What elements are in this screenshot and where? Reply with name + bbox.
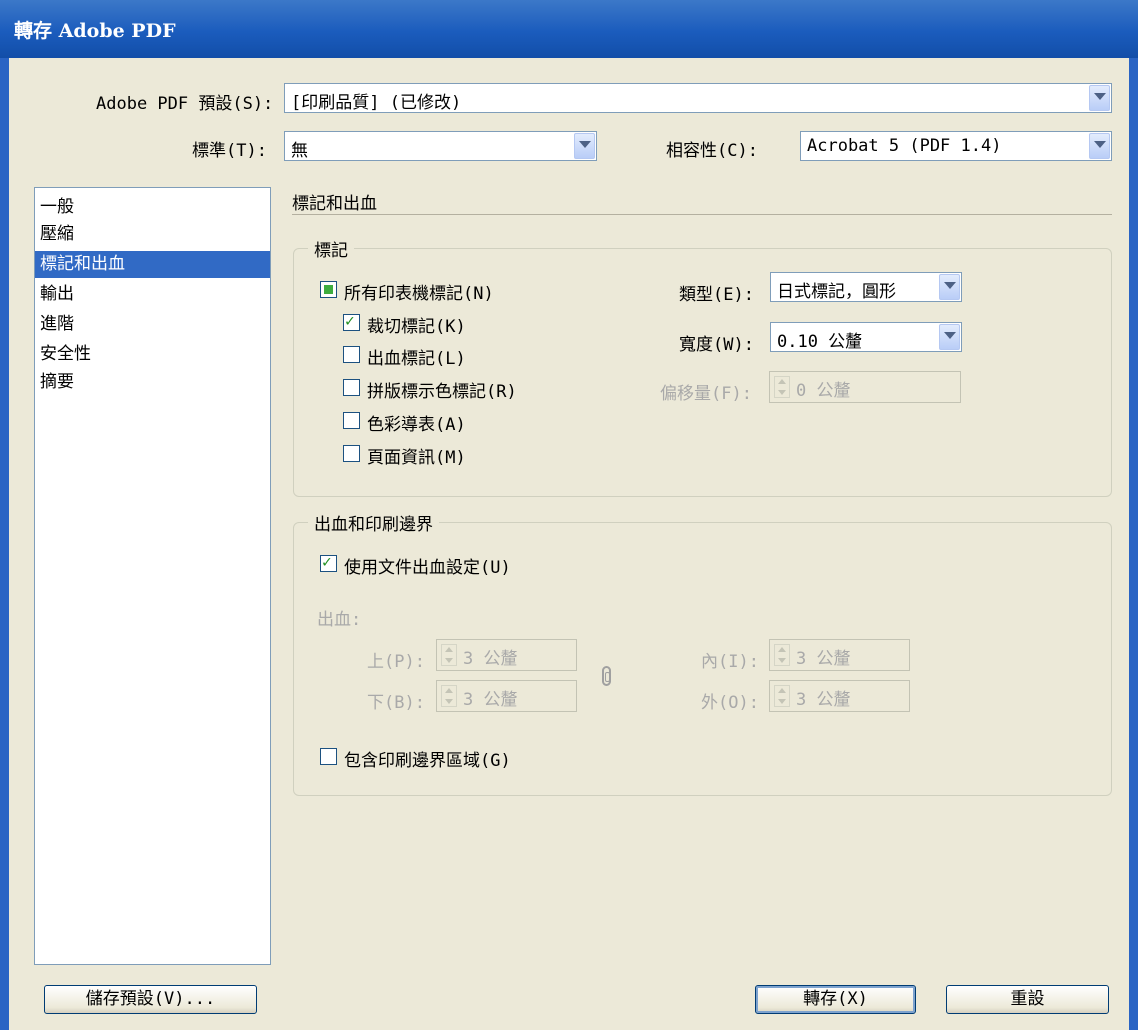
section-title: 標記和出血 bbox=[292, 194, 377, 214]
compatibility-value: Acrobat 5 (PDF 1.4) bbox=[807, 136, 1002, 156]
bleed-inside-value: 3 公釐 bbox=[796, 649, 851, 669]
bleed-bottom-value: 3 公釐 bbox=[463, 690, 518, 710]
preset-dropdown[interactable]: [印刷品質] (已修改) bbox=[284, 83, 1112, 113]
bleed-top-value: 3 公釐 bbox=[463, 649, 518, 669]
bleed-bottom-label: 下(B): bbox=[367, 693, 425, 713]
preset-value: [印刷品質] (已修改) bbox=[291, 93, 462, 113]
stepper-arrows-icon[interactable] bbox=[774, 685, 790, 707]
sidebar-item-advanced[interactable]: 進階 bbox=[35, 311, 270, 338]
registration-marks-checkbox[interactable] bbox=[343, 379, 360, 396]
mark-type-value: 日式標記，圓形 bbox=[777, 282, 896, 302]
window-title: 轉存 Adobe PDF bbox=[14, 20, 176, 42]
include-slug-label[interactable]: 包含印刷邊界區域(G) bbox=[344, 746, 511, 771]
chain-link-icon[interactable] bbox=[602, 666, 611, 686]
export-pdf-dialog: 轉存 Adobe PDF Adobe PDF 預設(S): [印刷品質] (已修… bbox=[0, 0, 1138, 1030]
window-frame-left bbox=[0, 58, 9, 1030]
save-preset-button[interactable]: 儲存預設(V)... bbox=[44, 985, 257, 1014]
bleed-marks-checkbox[interactable] bbox=[343, 346, 360, 363]
preset-label: Adobe PDF 預設(S): bbox=[96, 94, 274, 114]
bleed-outside-label: 外(O): bbox=[701, 693, 759, 713]
chevron-down-icon[interactable] bbox=[939, 324, 960, 350]
sidebar-item-security[interactable]: 安全性 bbox=[35, 341, 270, 368]
bleed-top-label: 上(P): bbox=[367, 652, 425, 672]
standard-dropdown[interactable]: 無 bbox=[284, 131, 597, 161]
use-document-bleed-checkbox[interactable]: ✓ bbox=[320, 552, 337, 572]
sidebar-item-output[interactable]: 輸出 bbox=[35, 281, 270, 308]
stepper-arrows-icon[interactable] bbox=[441, 644, 457, 666]
export-button[interactable]: 轉存(X) bbox=[755, 985, 916, 1014]
all-printer-marks-label[interactable]: 所有印表機標記(N) bbox=[344, 279, 494, 304]
mark-type-label: 類型(E): bbox=[679, 285, 754, 305]
offset-label: 偏移量(F): bbox=[660, 384, 752, 404]
standard-label: 標準(T): bbox=[192, 141, 267, 161]
bleed-marks-label[interactable]: 出血標記(L) bbox=[367, 344, 466, 369]
page-info-label[interactable]: 頁面資訊(M) bbox=[367, 443, 466, 468]
window-frame-right bbox=[1129, 58, 1138, 1030]
bleed-label: 出血: bbox=[317, 610, 362, 630]
include-slug-checkbox[interactable] bbox=[320, 748, 337, 765]
color-bars-label[interactable]: 色彩導表(A) bbox=[367, 410, 466, 435]
sidebar-item-general[interactable]: 一般 bbox=[35, 194, 270, 221]
standard-value: 無 bbox=[291, 141, 308, 161]
bleed-bottom-stepper[interactable]: 3 公釐 bbox=[436, 680, 577, 712]
chevron-down-icon[interactable] bbox=[1089, 85, 1110, 111]
stepper-arrows-icon[interactable] bbox=[441, 685, 457, 707]
chevron-down-icon[interactable] bbox=[1089, 133, 1110, 159]
crop-marks-label[interactable]: 裁切標記(K) bbox=[367, 312, 466, 337]
page-info-checkbox[interactable] bbox=[343, 445, 360, 462]
chevron-down-icon[interactable] bbox=[939, 274, 960, 300]
compatibility-label: 相容性(C): bbox=[666, 141, 758, 161]
sidebar-item-marks-and-bleeds[interactable]: 標記和出血 bbox=[35, 251, 270, 278]
bleed-inside-stepper[interactable]: 3 公釐 bbox=[769, 639, 910, 671]
sidebar-item-compression[interactable]: 壓縮 bbox=[35, 221, 270, 248]
mark-weight-dropdown[interactable]: 0.10 公釐 bbox=[770, 322, 962, 352]
color-bars-checkbox[interactable] bbox=[343, 412, 360, 429]
bleed-top-stepper[interactable]: 3 公釐 bbox=[436, 639, 577, 671]
all-printer-marks-checkbox[interactable] bbox=[320, 281, 337, 298]
marks-legend: 標記 bbox=[308, 236, 354, 261]
compatibility-dropdown[interactable]: Acrobat 5 (PDF 1.4) bbox=[800, 131, 1112, 161]
offset-stepper[interactable]: 0 公釐 bbox=[769, 371, 961, 403]
offset-value: 0 公釐 bbox=[796, 381, 851, 401]
bleed-outside-value: 3 公釐 bbox=[796, 690, 851, 710]
registration-marks-label[interactable]: 拼版標示色標記(R) bbox=[367, 377, 517, 402]
use-document-bleed-label[interactable]: 使用文件出血設定(U) bbox=[344, 553, 511, 578]
checkmark-icon: ✓ bbox=[322, 552, 332, 571]
title-bar[interactable]: 轉存 Adobe PDF bbox=[0, 0, 1138, 58]
sidebar-item-summary[interactable]: 摘要 bbox=[35, 369, 270, 396]
mark-weight-label: 寬度(W): bbox=[679, 335, 754, 355]
mark-type-dropdown[interactable]: 日式標記，圓形 bbox=[770, 272, 962, 302]
bleed-outside-stepper[interactable]: 3 公釐 bbox=[769, 680, 910, 712]
crop-marks-checkbox[interactable]: ✓ bbox=[343, 311, 360, 331]
mark-weight-value: 0.10 公釐 bbox=[777, 332, 863, 352]
chevron-down-icon[interactable] bbox=[574, 133, 595, 159]
reset-button[interactable]: 重設 bbox=[946, 985, 1109, 1014]
bleed-inside-label: 內(I): bbox=[701, 652, 759, 672]
bleed-slug-legend: 出血和印刷邊界 bbox=[308, 510, 439, 535]
stepper-arrows-icon[interactable] bbox=[774, 376, 790, 398]
checkmark-icon: ✓ bbox=[345, 311, 355, 330]
section-divider bbox=[292, 214, 1112, 215]
stepper-arrows-icon[interactable] bbox=[774, 644, 790, 666]
category-list: 一般 壓縮 標記和出血 輸出 進階 安全性 摘要 bbox=[34, 187, 271, 965]
